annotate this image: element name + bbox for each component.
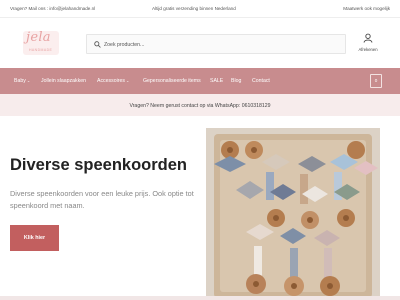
hero-description: Diverse speenkoorden voor een leuke prij… xyxy=(10,189,194,210)
whatsapp-notice-bar: Vragen? Neem gerust contact op via Whats… xyxy=(0,94,400,116)
nav-item-contact[interactable]: Contact xyxy=(252,78,270,84)
checkout-label: Afrekenen xyxy=(358,47,378,52)
nav-item-jollein[interactable]: Jollein slaapzakken xyxy=(41,78,86,84)
product-image xyxy=(206,128,380,300)
logo-subtitle: HANDMADE xyxy=(29,48,53,52)
search-input[interactable] xyxy=(104,37,339,52)
cart-button[interactable]: 0 xyxy=(370,74,382,88)
chevron-down-icon: ⌄ xyxy=(125,79,130,83)
site-header: jela HANDMADE Afrekenen xyxy=(0,18,400,68)
top-info-bar: Vragen? Mail ons : info@jelahandmade.nl … xyxy=(0,0,400,18)
user-icon xyxy=(363,33,373,43)
notice-text: Vragen? Neem gerust contact op via Whats… xyxy=(129,103,271,109)
search-bar xyxy=(86,34,346,54)
logo-wordmark: jela xyxy=(26,30,51,45)
nav-item-accessoires[interactable]: Accessoires⌄ xyxy=(97,78,129,84)
hero-cta-button[interactable]: Klik hier xyxy=(10,225,59,251)
pacifier-clips-photo xyxy=(206,128,380,300)
nav-item-personalized[interactable]: Gepersonaliseerde items xyxy=(143,78,201,84)
checkout-link[interactable]: Afrekenen xyxy=(356,32,380,56)
chevron-down-icon: ⌄ xyxy=(26,79,31,83)
custom-order-text: Maatwerk ook mogelijk xyxy=(343,6,390,11)
contact-email-text: Vragen? Mail ons : info@jelahandmade.nl xyxy=(10,6,96,11)
nav-item-sale[interactable]: SALE xyxy=(210,78,223,84)
hero-title: Diverse speenkoorden xyxy=(10,156,187,174)
site-logo[interactable]: jela HANDMADE xyxy=(22,28,62,58)
search-icon[interactable] xyxy=(94,41,101,48)
nav-item-blog[interactable]: Blog xyxy=(231,78,241,84)
main-navigation: Baby⌄ Jollein slaapzakken Accessoires⌄ G… xyxy=(0,68,400,94)
shipping-text: Altijd gratis verzending binnen Nederlan… xyxy=(152,6,236,11)
nav-item-baby[interactable]: Baby⌄ xyxy=(14,78,30,84)
cart-count: 0 xyxy=(374,78,378,83)
section-divider xyxy=(0,296,400,300)
